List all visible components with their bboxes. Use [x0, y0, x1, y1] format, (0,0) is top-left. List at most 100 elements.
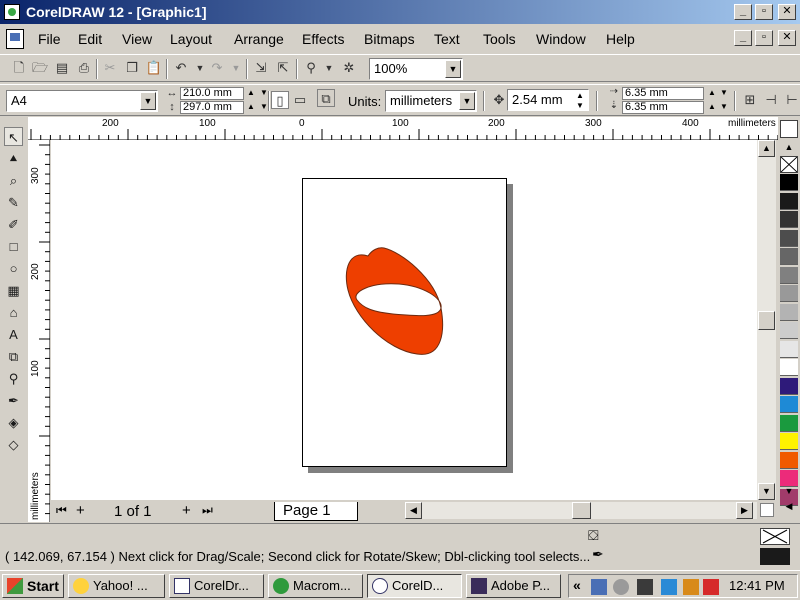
- taskbar-item-adobe[interactable]: Adobe P...: [466, 574, 561, 598]
- menu-effects[interactable]: Effects: [302, 31, 345, 47]
- color-swatch[interactable]: [780, 229, 798, 247]
- traffic-light-icon[interactable]: [637, 579, 653, 595]
- dup-x-down-icon[interactable]: ▼: [718, 87, 730, 100]
- height-up-icon[interactable]: ▲: [245, 101, 257, 114]
- page-width-field[interactable]: 210.0 mm: [180, 87, 244, 100]
- color-swatch[interactable]: [780, 322, 798, 339]
- paper-size-combo[interactable]: A4 ▼: [6, 90, 158, 112]
- shield-icon[interactable]: [661, 579, 677, 595]
- color-swatch[interactable]: [780, 266, 798, 284]
- dup-y-up-icon[interactable]: ▲: [706, 101, 718, 114]
- grid-toggle-icon[interactable]: ⊞: [741, 91, 759, 109]
- first-page-icon[interactable]: ⏮: [56, 503, 67, 518]
- vertical-scroll-thumb[interactable]: [758, 311, 775, 330]
- last-page-icon[interactable]: ⏭: [202, 503, 213, 518]
- menu-layout[interactable]: Layout: [170, 31, 212, 47]
- chevron-down-icon[interactable]: ▼: [459, 92, 475, 110]
- doc-restore-button[interactable]: ▫: [755, 30, 773, 46]
- tray-expand-icon[interactable]: «: [573, 577, 581, 593]
- basic-shapes-tool-icon[interactable]: ⌂: [4, 303, 23, 322]
- start-button[interactable]: Start: [2, 574, 64, 598]
- no-color-swatch[interactable]: [780, 156, 798, 173]
- taskbar-item-coreldraw-1[interactable]: CorelDr...: [169, 574, 264, 598]
- color-swatch[interactable]: [780, 451, 798, 469]
- interactive-blend-tool-icon[interactable]: ⧉: [4, 347, 23, 366]
- color-swatch[interactable]: [780, 174, 798, 191]
- color-swatch[interactable]: [780, 340, 798, 358]
- menu-edit[interactable]: Edit: [78, 31, 102, 47]
- doc-close-button[interactable]: ✕: [778, 30, 796, 46]
- taskbar-item-yahoo[interactable]: Yahoo! ...: [68, 574, 165, 598]
- add-page-after-icon[interactable]: +: [182, 502, 191, 519]
- redo-dropdown-icon[interactable]: ▼: [227, 59, 245, 77]
- view-navigator-icon[interactable]: [760, 503, 774, 517]
- drawing-canvas[interactable]: [51, 140, 757, 500]
- menu-text[interactable]: Text: [434, 31, 460, 47]
- save-icon[interactable]: ▤: [53, 59, 71, 77]
- guidelines-icon[interactable]: ⊢: [783, 91, 800, 109]
- color-swatch[interactable]: [780, 192, 798, 210]
- zoom-levels-combo[interactable]: 100% ▼: [369, 58, 463, 80]
- horizontal-scroll-thumb[interactable]: [572, 502, 591, 519]
- nudge-down-icon[interactable]: ▼: [574, 100, 586, 113]
- rectangle-tool-icon[interactable]: □: [4, 237, 23, 256]
- add-page-before-icon[interactable]: +: [76, 502, 85, 519]
- launcher-dropdown-icon[interactable]: ▼: [320, 59, 338, 77]
- color-docker-icon[interactable]: [780, 120, 798, 138]
- copy-icon[interactable]: ❐: [123, 59, 141, 77]
- vertical-ruler[interactable]: 300 200 100 millimeters: [28, 140, 50, 522]
- graph-paper-tool-icon[interactable]: ▦: [4, 281, 23, 300]
- page-height-field[interactable]: 297.0 mm: [180, 101, 244, 114]
- duplicate-x-field[interactable]: 6.35 mm: [622, 87, 704, 100]
- color-swatch[interactable]: [780, 396, 798, 413]
- redo-icon[interactable]: ↷: [208, 59, 226, 77]
- color-swatch[interactable]: [780, 433, 798, 450]
- menu-arrange[interactable]: Arrange: [234, 31, 284, 47]
- undo-dropdown-icon[interactable]: ▼: [191, 59, 209, 77]
- pick-tool-icon[interactable]: ↖: [4, 127, 23, 146]
- taskbar-item-macromedia[interactable]: Macrom...: [268, 574, 363, 598]
- snap-icon[interactable]: ⊣: [762, 91, 780, 109]
- zoom-tool-icon[interactable]: ⌕: [4, 171, 23, 190]
- print-icon[interactable]: ⎙: [75, 59, 93, 77]
- taskbar-item-coreldraw-2[interactable]: CorelD...: [367, 574, 462, 598]
- page-layout-icon[interactable]: ⧉: [317, 89, 335, 107]
- horizontal-ruler[interactable]: 200 100 0 100 200 300 400 millimeters: [28, 117, 778, 140]
- text-tool-icon[interactable]: A: [4, 325, 23, 344]
- import-icon[interactable]: ⇲: [252, 59, 270, 77]
- scroll-right-icon[interactable]: ▶: [736, 502, 753, 519]
- vertical-scrollbar[interactable]: ▲ ▼: [757, 140, 776, 500]
- eyedropper-tool-icon[interactable]: ⚲: [4, 369, 23, 388]
- color-swatch[interactable]: [780, 359, 798, 376]
- color-swatch[interactable]: [780, 285, 798, 302]
- smart-drawing-tool-icon[interactable]: ✐: [4, 215, 23, 234]
- color-swatch[interactable]: [780, 414, 798, 432]
- network-icon[interactable]: [591, 579, 607, 595]
- width-up-icon[interactable]: ▲: [245, 87, 257, 100]
- menu-bitmaps[interactable]: Bitmaps: [364, 31, 415, 47]
- security-tray-icon[interactable]: [683, 579, 699, 595]
- scroll-up-icon[interactable]: ▲: [758, 140, 775, 157]
- undo-icon[interactable]: ↶: [172, 59, 190, 77]
- duplicate-y-field[interactable]: 6.35 mm: [622, 101, 704, 114]
- fill-tool-icon[interactable]: ◈: [4, 413, 23, 432]
- dup-x-up-icon[interactable]: ▲: [706, 87, 718, 100]
- document-icon[interactable]: [6, 29, 24, 49]
- open-icon[interactable]: 🗁: [31, 59, 49, 77]
- corel-online-icon[interactable]: ✲: [340, 59, 358, 77]
- portrait-icon[interactable]: ▯: [271, 91, 289, 109]
- color-swatch[interactable]: [780, 377, 798, 395]
- scroll-down-icon[interactable]: ▼: [758, 483, 775, 500]
- palette-flyout-icon[interactable]: ◀: [780, 500, 798, 514]
- close-button[interactable]: ✕: [778, 4, 796, 20]
- ellipse-tool-icon[interactable]: ○: [4, 259, 23, 278]
- menu-help[interactable]: Help: [606, 31, 635, 47]
- outline-tool-icon[interactable]: ✒: [4, 391, 23, 410]
- color-swatch[interactable]: [780, 248, 798, 265]
- interactive-fill-tool-icon[interactable]: ◇: [4, 435, 23, 454]
- minimize-button[interactable]: _: [734, 4, 752, 20]
- menu-window[interactable]: Window: [536, 31, 586, 47]
- menu-file[interactable]: File: [38, 31, 61, 47]
- dup-y-down-icon[interactable]: ▼: [718, 101, 730, 114]
- color-swatch[interactable]: [780, 303, 798, 321]
